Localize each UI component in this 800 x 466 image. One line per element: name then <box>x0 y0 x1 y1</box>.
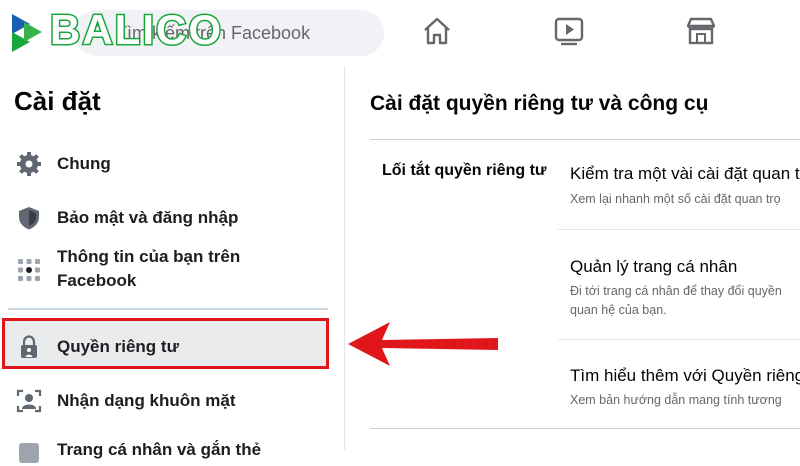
sidebar-item-label-line2: Facebook <box>57 271 137 290</box>
home-icon[interactable] <box>420 14 454 48</box>
option-divider <box>558 339 800 340</box>
option-title: Kiểm tra một vài cài đặt quan tr <box>570 164 800 183</box>
sidebar-item-label: Trang cá nhân và gắn thẻ <box>57 440 262 459</box>
option-desc: quan hệ của bạn. <box>570 303 667 317</box>
option-desc: Xem lại nhanh một số cài đặt quan trọ <box>570 192 781 206</box>
shield-icon <box>19 207 39 230</box>
sidebar-title: Cài đặt <box>14 86 101 116</box>
face-recognition-icon <box>16 389 42 413</box>
sidebar-item-label-line1: Thông tin của bạn trên <box>57 247 241 266</box>
balico-logo: BALICO <box>8 5 223 60</box>
panel-title: Cài đặt quyền riêng tư và công cụ <box>370 92 709 115</box>
watch-icon[interactable] <box>552 14 586 48</box>
sidebar-item-privacy[interactable]: Quyền riêng tư <box>6 330 328 364</box>
option-title: Quản lý trang cá nhân <box>570 257 738 276</box>
privacy-settings-panel: Cài đặt quyền riêng tư và công cụ Lối tắ… <box>346 66 800 450</box>
logo-mark-icon <box>12 14 42 52</box>
pointer-arrow-icon <box>348 322 498 366</box>
option-desc: Đi tới trang cá nhân để thay đổi quyền <box>570 284 782 298</box>
title-divider <box>370 139 800 140</box>
sidebar-divider <box>8 308 328 310</box>
sidebar-item-profile-tagging[interactable]: Trang cá nhân và gắn thẻ <box>6 436 328 466</box>
sidebar-item-face-recognition[interactable]: Nhận dạng khuôn mặt <box>6 384 328 418</box>
option-desc: Xem bản hướng dẫn mang tính tương <box>570 393 782 407</box>
privacy-shortcuts-label: Lối tắt quyền riêng tư <box>382 162 547 179</box>
marketplace-icon[interactable] <box>684 14 718 48</box>
sidebar-item-label: Nhận dạng khuôn mặt <box>57 391 236 410</box>
gear-icon <box>17 152 41 176</box>
sidebar-item-label: Chung <box>57 154 111 173</box>
logo-text: BALICO <box>49 5 223 55</box>
option-title: Tìm hiểu thêm với Quyền riêng <box>570 366 800 385</box>
tag-icon <box>19 443 39 463</box>
grid-icon <box>18 259 40 281</box>
section-divider <box>370 428 800 429</box>
sidebar-item-security[interactable]: Bảo mật và đăng nhập <box>6 201 328 235</box>
option-divider <box>558 229 800 230</box>
lock-icon <box>21 335 37 358</box>
top-bar: Tìm kiếm trên Facebook BALICO <box>0 0 800 64</box>
sidebar-item-label: Quyền riêng tư <box>57 337 179 356</box>
sidebar-item-general[interactable]: Chung <box>6 148 328 182</box>
sidebar-item-your-facebook-info[interactable]: Thông tin của bạn trên Facebook <box>6 244 328 296</box>
sidebar-item-label: Bảo mật và đăng nhập <box>57 208 239 227</box>
